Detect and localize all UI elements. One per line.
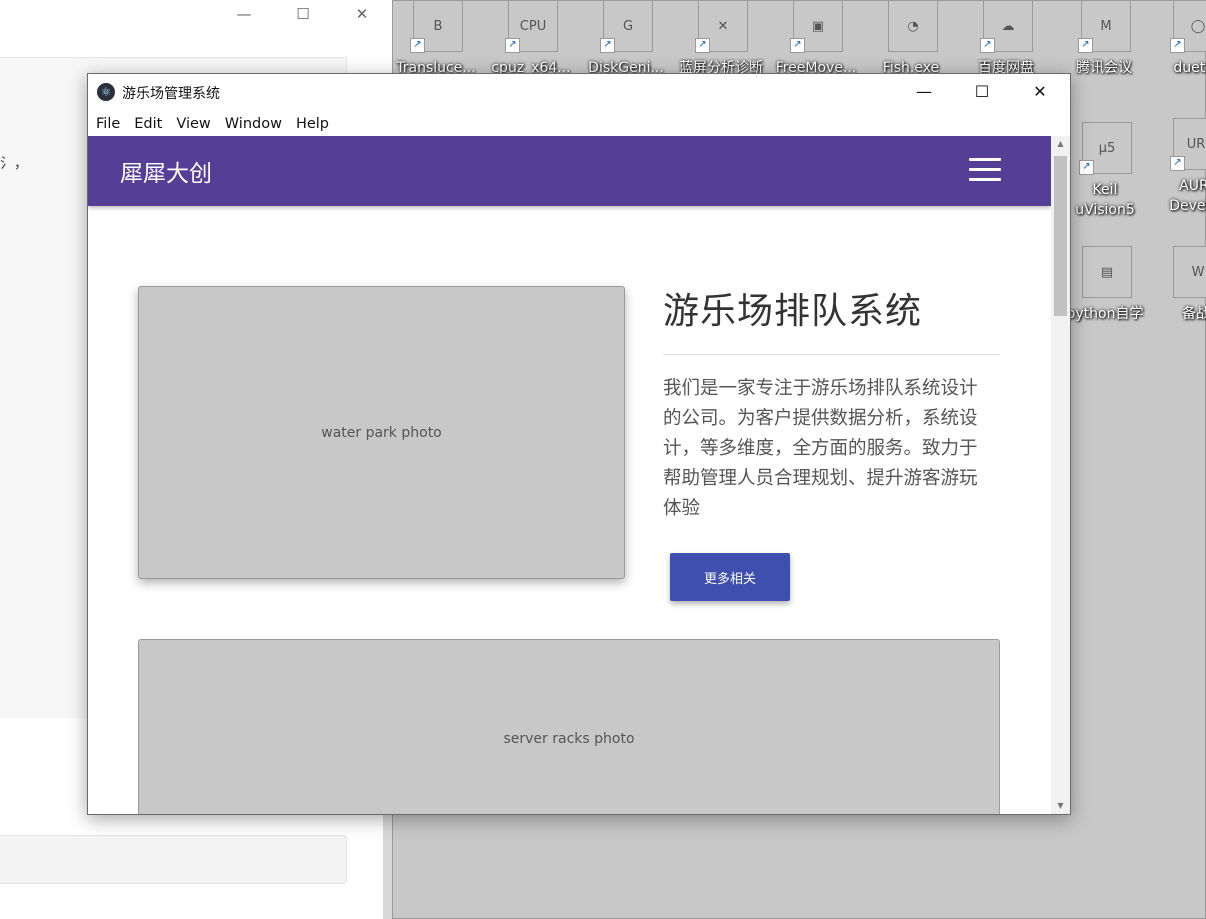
more-info-button[interactable]: 更多相关 [670, 553, 790, 601]
water-park-image: water park photo [138, 286, 625, 579]
desktop-icon-cpuz[interactable]: CPU ↗ cpuz_x64... [487, 0, 575, 84]
desktop-icon-label: python自学 [1066, 306, 1144, 322]
background-input-box[interactable] [0, 835, 347, 884]
top-navbar: 犀犀大创 [88, 136, 1051, 206]
app-titlebar[interactable]: ⚛ 游乐场管理系统 — ☐ ✕ [88, 74, 1070, 110]
desktop-icon-label: 腾讯会议 [1076, 60, 1132, 76]
background-scrollbar[interactable] [383, 810, 392, 919]
shortcut-arrow-icon: ↗ [1170, 38, 1185, 53]
vertical-scrollbar[interactable]: ▲ ▼ [1051, 136, 1070, 814]
fish-icon: ◔ [888, 0, 938, 52]
background-minimize-button[interactable]: — [232, 4, 256, 24]
shortcut-arrow-icon: ↗ [790, 38, 805, 53]
shortcut-arrow-icon: ↗ [695, 38, 710, 53]
scroll-down-icon[interactable]: ▼ [1051, 798, 1070, 814]
menu-window[interactable]: Window [218, 112, 289, 136]
minimize-button[interactable]: — [895, 74, 953, 110]
hero-description: 我们是一家专注于游乐场排队系统设计的公司。为客户提供数据分析，系统设计，等多维度… [663, 378, 978, 519]
divider [663, 354, 1000, 355]
shortcut-arrow-icon: ↗ [505, 38, 520, 53]
desktop-icon-freemove[interactable]: ▣ ↗ FreeMove... [772, 0, 860, 84]
shortcut-arrow-icon: ↗ [980, 38, 995, 53]
web-content: 犀犀大创 water park photo 游乐场排队系统 我们是一家专注于游乐… [88, 136, 1051, 814]
desktop-icon-label: 备战 [1182, 306, 1206, 322]
app-window-title: 游乐场管理系统 [122, 86, 220, 102]
background-panel-text: 氵， [0, 156, 28, 172]
folder-icon: ▤ [1082, 246, 1132, 298]
menu-bar: File Edit View Window Help [88, 112, 1070, 136]
desktop-icon-baidu-netdisk[interactable]: ☁ ↗ 百度网盘 [962, 0, 1050, 84]
shortcut-arrow-icon: ↗ [1078, 38, 1093, 53]
shortcut-arrow-icon: ↗ [600, 38, 615, 53]
shortcut-arrow-icon: ↗ [410, 38, 425, 53]
app-window: ⚛ 游乐场管理系统 — ☐ ✕ File Edit View Window Help 犀… [87, 73, 1071, 815]
desktop-icon-duet[interactable]: ◯ ↗ duet... [1152, 0, 1206, 84]
background-window-titlebar: — ☐ ✕ [0, 0, 392, 30]
desktop-icon-label: Keil uVision5 [1075, 182, 1135, 218]
hero-title: 游乐场排队系统 [663, 291, 923, 332]
menu-view[interactable]: View [169, 112, 217, 136]
desktop-icon-diskgenius[interactable]: G ↗ DiskGeni... [582, 0, 670, 84]
desktop-icon-auri[interactable]: URI ↗ AURI Devel... [1152, 118, 1206, 214]
desktop-icon-label: AURI Devel... [1169, 178, 1206, 214]
desktop-icon-python-folder[interactable]: ▤ python自学 [1061, 246, 1149, 330]
desktop-icon-beizhan-folder[interactable]: W 备战 [1152, 246, 1206, 330]
shortcut-arrow-icon: ↗ [1079, 160, 1094, 175]
desktop-icon-label: duet... [1173, 60, 1206, 76]
electron-logo-icon: ⚛ [97, 83, 115, 101]
menu-file[interactable]: File [88, 112, 127, 136]
desktop-icon-bsod-analyzer[interactable]: ✕ ↗ 蓝屏分析诊断 [677, 0, 765, 84]
desktop-icon-fish[interactable]: ◔ Fish.exe [867, 0, 955, 84]
server-racks-image: server racks photo [138, 639, 1000, 814]
desktop-icon-tencent-meeting[interactable]: M ↗ 腾讯会议 [1060, 0, 1148, 84]
scroll-up-icon[interactable]: ▲ [1051, 136, 1070, 152]
desktop-icon-keil[interactable]: μ5 ↗ Keil uVision5 [1061, 122, 1149, 218]
menu-edit[interactable]: Edit [127, 112, 169, 136]
menu-help[interactable]: Help [289, 112, 336, 136]
maximize-button[interactable]: ☐ [953, 74, 1011, 110]
brand-logo-text[interactable]: 犀犀大创 [120, 154, 212, 188]
shortcut-arrow-icon: ↗ [1170, 156, 1185, 171]
close-button[interactable]: ✕ [1011, 74, 1069, 110]
background-close-button[interactable]: ✕ [350, 4, 374, 24]
hamburger-menu-icon[interactable] [969, 158, 1001, 182]
word-folder-icon: W [1173, 246, 1206, 298]
desktop-icon-translucenttb[interactable]: B ↗ Transluce... [392, 0, 480, 84]
scroll-thumb[interactable] [1054, 156, 1067, 316]
background-maximize-button[interactable]: ☐ [291, 4, 315, 24]
